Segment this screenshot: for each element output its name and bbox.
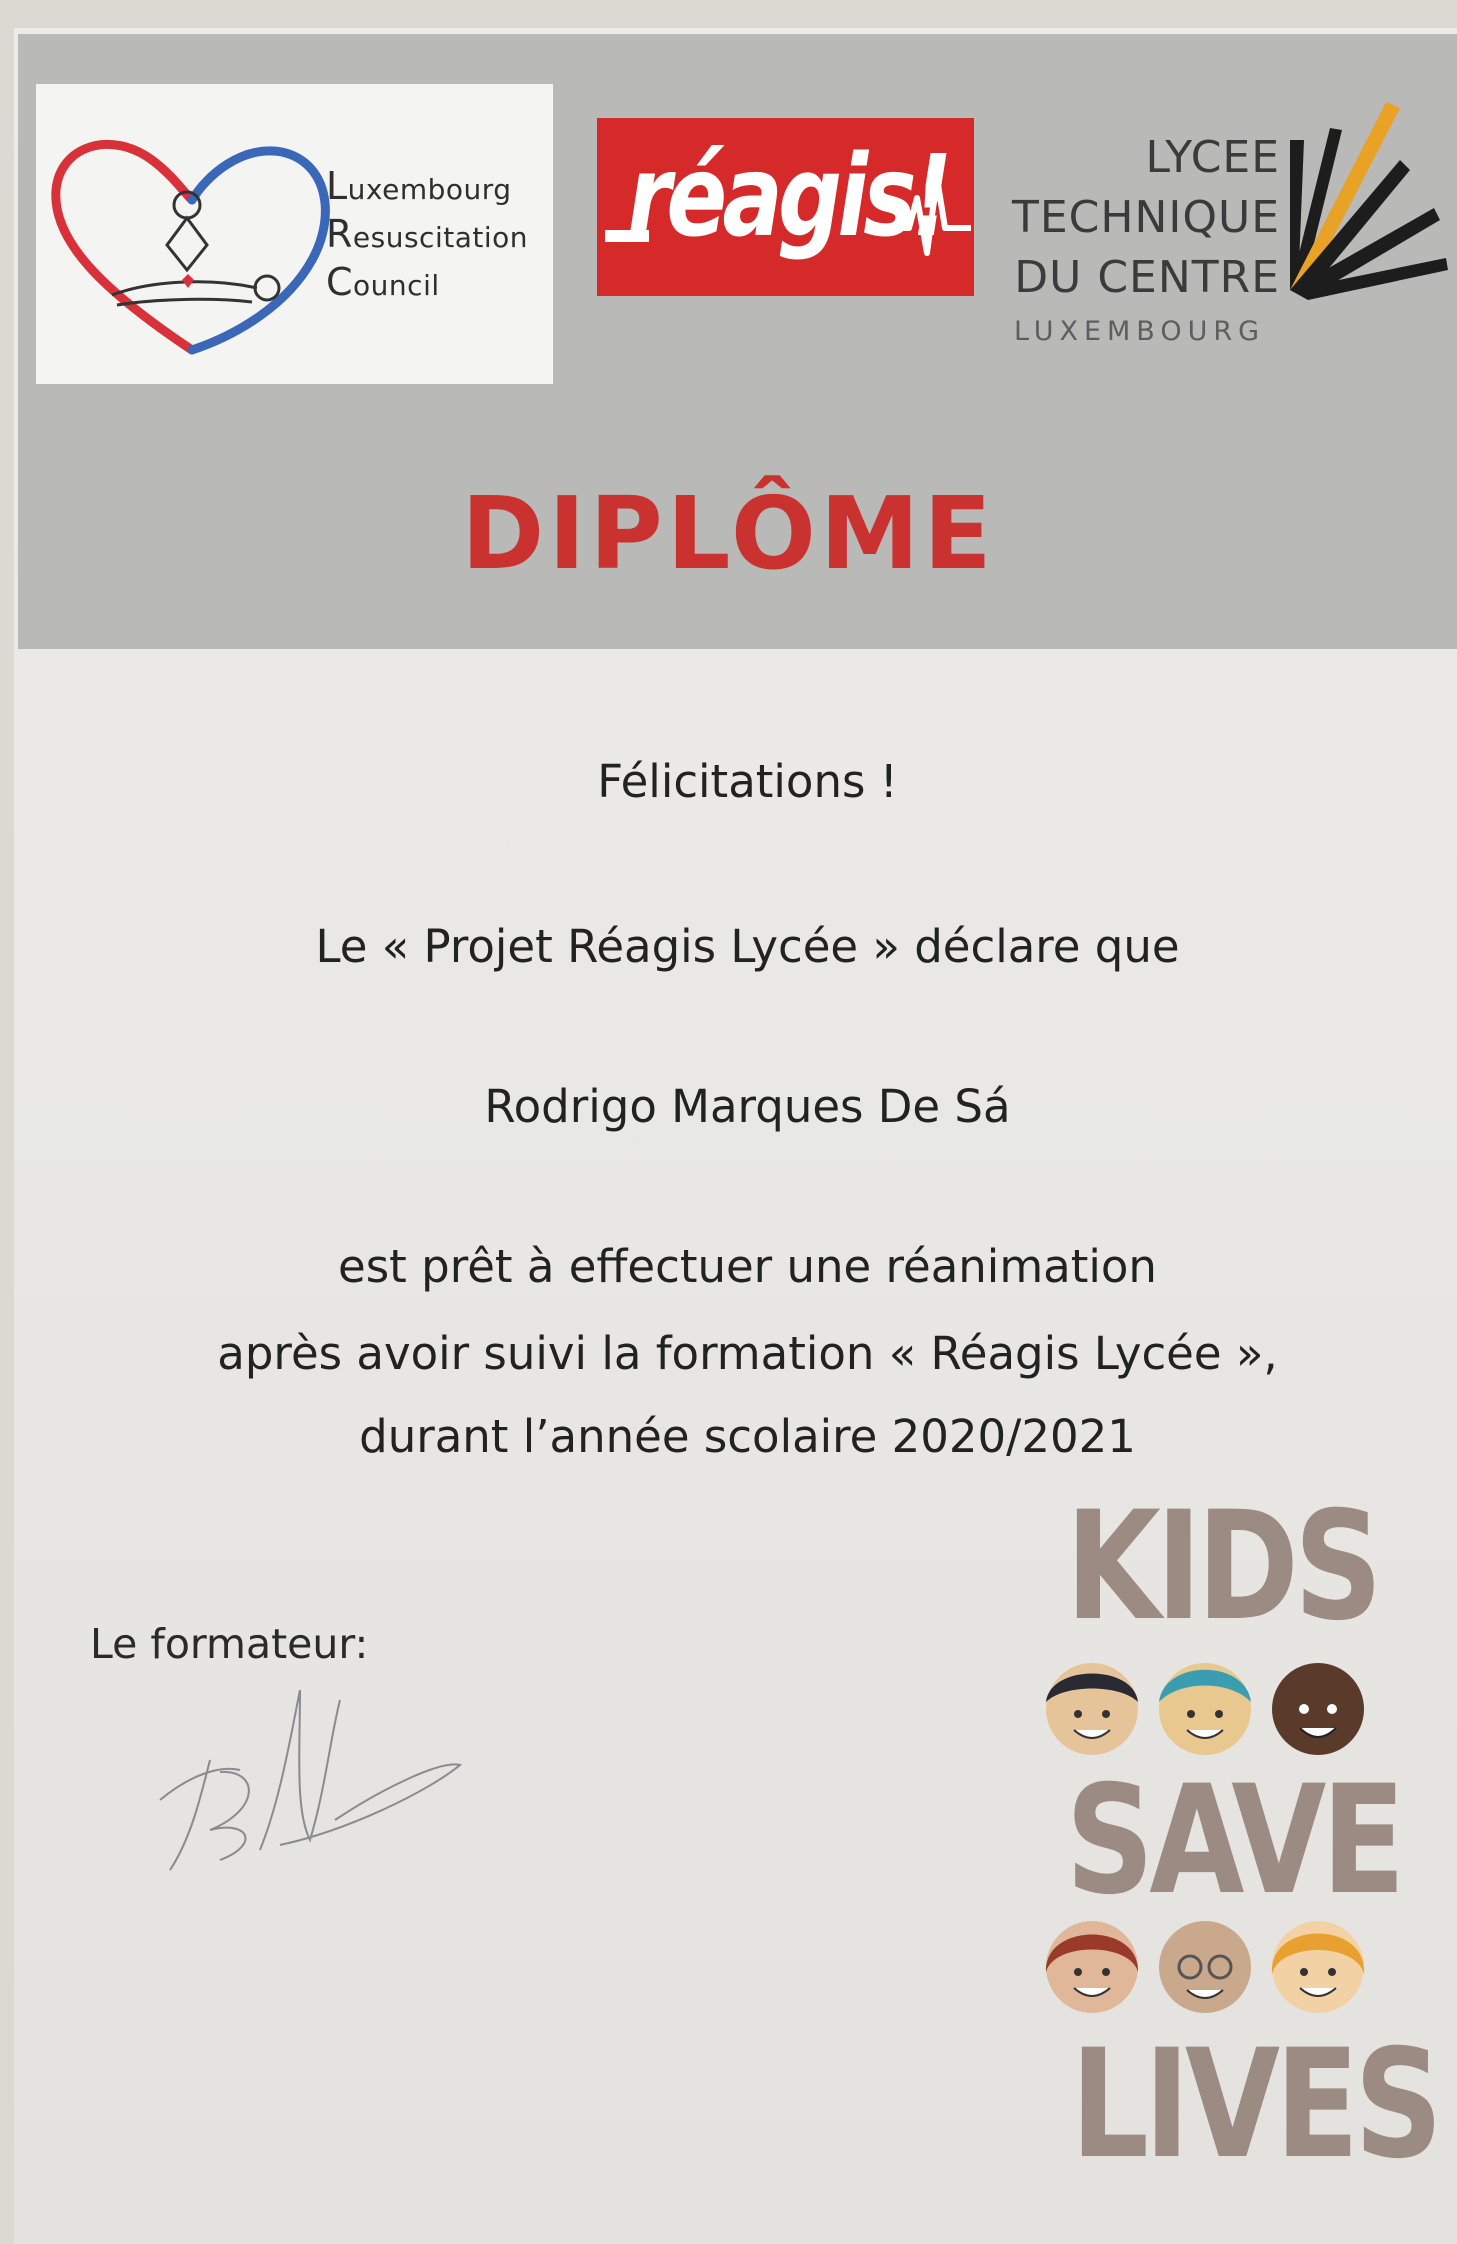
kids-faces-row2-icon bbox=[1045, 1921, 1365, 2013]
ltc-fan-icon bbox=[1290, 102, 1448, 300]
ksl-save: SAVE bbox=[1065, 1754, 1406, 1928]
lrc-line2: Resuscitation bbox=[326, 212, 528, 256]
signature-icon bbox=[159, 1689, 463, 1871]
ltc-line3: DU CENTRE bbox=[1014, 252, 1281, 303]
statement-line1: est prêt à effectuer une réanimation bbox=[338, 1240, 1157, 1293]
lrc-line1: Luxembourg bbox=[326, 164, 512, 208]
ltc-line4: LUXEMBOURG bbox=[1014, 316, 1266, 347]
recipient-name: Rodrigo Marques De Sá bbox=[484, 1080, 1011, 1133]
lrc-logo: Luxembourg Resuscitation Council bbox=[36, 84, 553, 384]
ksl-kids: KIDS bbox=[1065, 1480, 1383, 1654]
certificate-title: DIPLÔME bbox=[461, 475, 996, 592]
lrc-line3: Council bbox=[326, 260, 440, 304]
heart-cpr-icon bbox=[51, 140, 330, 355]
ltc-line2: TECHNIQUE bbox=[1012, 192, 1281, 243]
declaration: Le « Projet Réagis Lycée » déclare que bbox=[315, 920, 1180, 973]
statement-line2: après avoir suivi la formation « Réagis … bbox=[217, 1327, 1278, 1380]
ltc-logo-text: LYCEE TECHNIQUE DU CENTRE bbox=[1012, 128, 1280, 308]
reagis-logo: réagis! bbox=[597, 118, 974, 296]
statement-line3: durant l’année scolaire 2020/2021 bbox=[359, 1410, 1136, 1463]
heartbeat-pulse-icon bbox=[889, 175, 971, 256]
kids-faces-row1-icon bbox=[1046, 1663, 1364, 1755]
greeting: Félicitations ! bbox=[597, 755, 898, 808]
trainer-label: Le formateur: bbox=[90, 1620, 369, 1668]
ksl-lives: LIVES bbox=[1070, 2018, 1443, 2192]
ltc-line1: LYCEE bbox=[1145, 132, 1281, 183]
